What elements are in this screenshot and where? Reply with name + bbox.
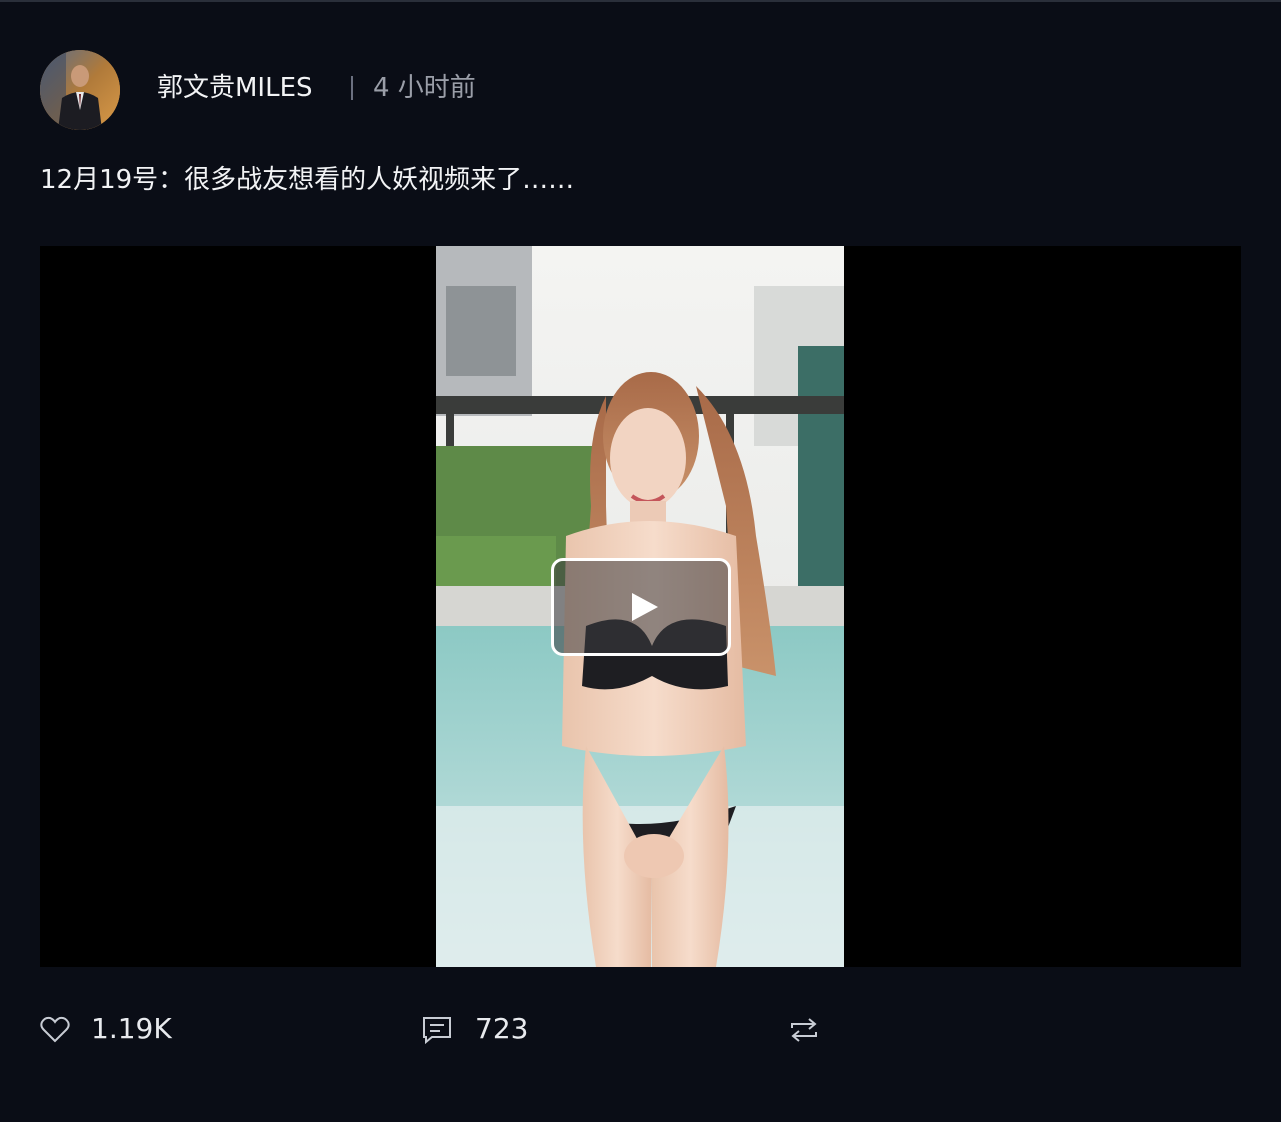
comment-icon	[423, 1017, 451, 1044]
post-actions: 1.19K 723	[0, 1000, 1281, 1060]
heart-icon	[40, 1016, 70, 1043]
post-text: 12月19号：很多战友想看的人妖视频来了……	[40, 165, 575, 195]
play-icon	[632, 593, 658, 621]
comment-button[interactable]: 723	[422, 1000, 542, 1060]
top-divider	[0, 0, 1281, 2]
video-player[interactable]	[40, 246, 1241, 967]
like-button[interactable]: 1.19K	[38, 1000, 172, 1060]
post-header: 郭文贵MILES 4 小时前	[40, 50, 940, 130]
like-count: 1.19K	[91, 1012, 172, 1045]
post-timestamp: 4 小时前	[373, 73, 476, 103]
author-name[interactable]: 郭文贵MILES	[157, 72, 313, 104]
play-button[interactable]	[551, 558, 731, 656]
header-separator	[351, 76, 353, 100]
comment-count: 723	[475, 1012, 529, 1045]
repost-button[interactable]	[786, 1000, 822, 1060]
author-avatar[interactable]	[40, 50, 120, 130]
avatar-image	[40, 50, 120, 130]
repost-icon	[791, 1018, 817, 1042]
